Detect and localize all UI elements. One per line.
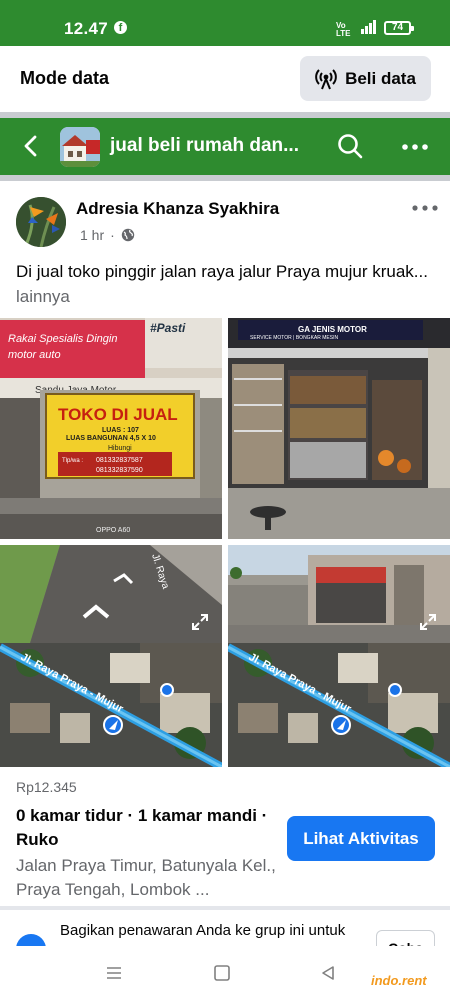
home-icon[interactable] (212, 963, 232, 983)
photo-map-right[interactable]: Jl. Raya Praya - Mujur (228, 643, 450, 767)
expand-icon[interactable] (418, 612, 438, 632)
share-group-icon (16, 934, 46, 946)
luas-text: LUAS : 107 (102, 427, 139, 434)
back-arrow-icon[interactable] (16, 131, 46, 161)
facebook-notification-icon: f (114, 21, 127, 34)
banner-pasti: #Pasti (150, 321, 186, 335)
group-thumbnail[interactable] (60, 127, 100, 167)
share-prompt-text: Bagikan penawaran Anda ke grup ini untuk… (60, 922, 346, 946)
status-bar: 12.47 f Vo LTE 74 (0, 0, 450, 46)
for-sale-title: TOKO DI JUAL (58, 405, 178, 424)
listing-rooms: 0 kamar tidur · 1 kamar mandi · Ruko (16, 806, 268, 849)
post-options-icon[interactable] (412, 205, 438, 211)
post-author[interactable]: Adresia Khanza Syakhira (76, 199, 279, 219)
phone-2: 081332837590 (96, 467, 143, 474)
group-header: jual beli rumah dan... (0, 118, 450, 175)
broadcast-icon (315, 68, 337, 89)
recents-icon[interactable] (104, 963, 124, 983)
banner-text: Rakai Spesialis Dingin (8, 333, 117, 345)
try-button[interactable]: Coba (376, 930, 435, 946)
dot-separator: · (110, 227, 115, 243)
photo-shop-interior[interactable]: GA JENIS MOTOR SERVICE MOTOR | BONGKAR M… (228, 318, 450, 539)
data-mode-title: Mode data (20, 68, 110, 88)
view-activity-button[interactable]: Lihat Aktivitas (287, 816, 435, 861)
tlp-label: Tlp/wa : (62, 458, 83, 464)
photo-shop-sign[interactable]: Rakai Spesialis Dingin motor auto #Pasti… (0, 318, 222, 539)
signal-icon (361, 20, 377, 34)
status-time: 12.47 (64, 19, 109, 38)
expand-icon[interactable] (190, 612, 210, 632)
data-mode-bar: Mode data Beli data (0, 46, 450, 112)
avatar[interactable] (16, 197, 66, 247)
post-meta: 1 hr · (80, 227, 135, 243)
luas-bangunan-text: LUAS BANGUNAN 4,5 X 10 (66, 435, 156, 442)
battery-icon: 74 (384, 21, 414, 35)
photo-map-left[interactable]: Jl. Raya Praya - Mujur (0, 643, 222, 767)
see-more-link[interactable]: lainnya (16, 287, 70, 306)
globe-icon (121, 228, 134, 242)
buy-data-label: Beli data (345, 68, 416, 88)
group-title[interactable]: jual beli rumah dan... (110, 135, 299, 157)
shop-banner-2: SERVICE MOTOR | BONGKAR MESIN (250, 335, 338, 341)
listing-price: Rp12.345 (16, 779, 77, 795)
post-time[interactable]: 1 hr (80, 227, 104, 243)
phone-1: 081332837587 (96, 457, 143, 464)
camera-watermark: OPPO A60 (96, 527, 130, 534)
shop-banner: GA JENIS MOTOR (298, 325, 367, 334)
post-text: Di jual toko pinggir jalan raya jalur Pr… (16, 259, 436, 309)
divider (0, 175, 450, 181)
banner-sub: motor auto (8, 349, 61, 361)
share-prompt: Bagikan penawaran Anda ke grup ini untuk… (0, 910, 450, 946)
hubungi-text: Hibungi (108, 445, 132, 452)
buy-data-button[interactable]: Beli data (300, 56, 431, 101)
watermark-logo: indo.rent (371, 973, 427, 988)
more-options-icon[interactable] (402, 144, 428, 150)
back-triangle-icon[interactable] (318, 963, 338, 983)
search-icon[interactable] (336, 132, 364, 160)
listing-address: Jalan Praya Timur, Batunyala Kel., Praya… (16, 856, 276, 899)
volte-indicator: Vo LTE (336, 21, 351, 38)
photo-street-view[interactable]: Jl. Raya (0, 545, 222, 643)
photo-building-street[interactable] (228, 545, 450, 643)
post-body: Di jual toko pinggir jalan raya jalur Pr… (16, 262, 428, 281)
